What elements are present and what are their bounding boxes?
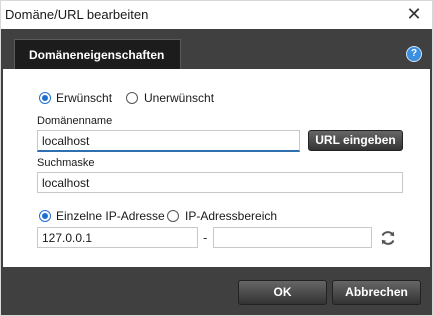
domain-name-input[interactable] [37,130,300,152]
ok-button[interactable]: OK [238,280,327,305]
search-mask-label: Suchmaske [37,157,95,169]
ip-from-input[interactable] [37,227,198,248]
title-bar: Domäne/URL bearbeiten ✕ [1,1,432,29]
properties-panel: Erwünscht Unerwünscht Domänenname URL ei… [1,69,432,267]
ip-range-separator: - [203,230,208,245]
radio-ip-range[interactable] [167,210,179,222]
enter-url-button[interactable]: URL eingeben [308,130,403,151]
tab-domain-properties[interactable]: Domäneneigenschaften [14,39,181,69]
dialog-window: Domäne/URL bearbeiten ✕ Domäneneigenscha… [0,0,433,316]
radio-unwanted-label: Unerwünscht [144,91,215,105]
radio-unwanted[interactable] [126,92,138,104]
radio-single-ip-label: Einzelne IP-Adresse [56,209,165,223]
radio-wanted-label: Erwünscht [56,91,113,105]
radio-ip-range-label: IP-Adressbereich [185,209,278,223]
window-title: Domäne/URL bearbeiten [5,7,149,22]
cancel-button[interactable]: Abbrechen [332,280,421,305]
ip-to-input[interactable] [213,227,372,248]
search-mask-input[interactable] [37,172,403,193]
close-icon[interactable]: ✕ [404,5,424,25]
radio-wanted[interactable] [39,92,51,104]
dialog-footer: OK Abbrechen [1,267,432,315]
radio-single-ip[interactable] [39,210,51,222]
help-icon[interactable]: ? [406,46,422,62]
tab-header: Domäneneigenschaften ? [1,29,432,69]
refresh-icon[interactable] [379,229,397,247]
domain-name-label: Domänenname [37,115,113,127]
